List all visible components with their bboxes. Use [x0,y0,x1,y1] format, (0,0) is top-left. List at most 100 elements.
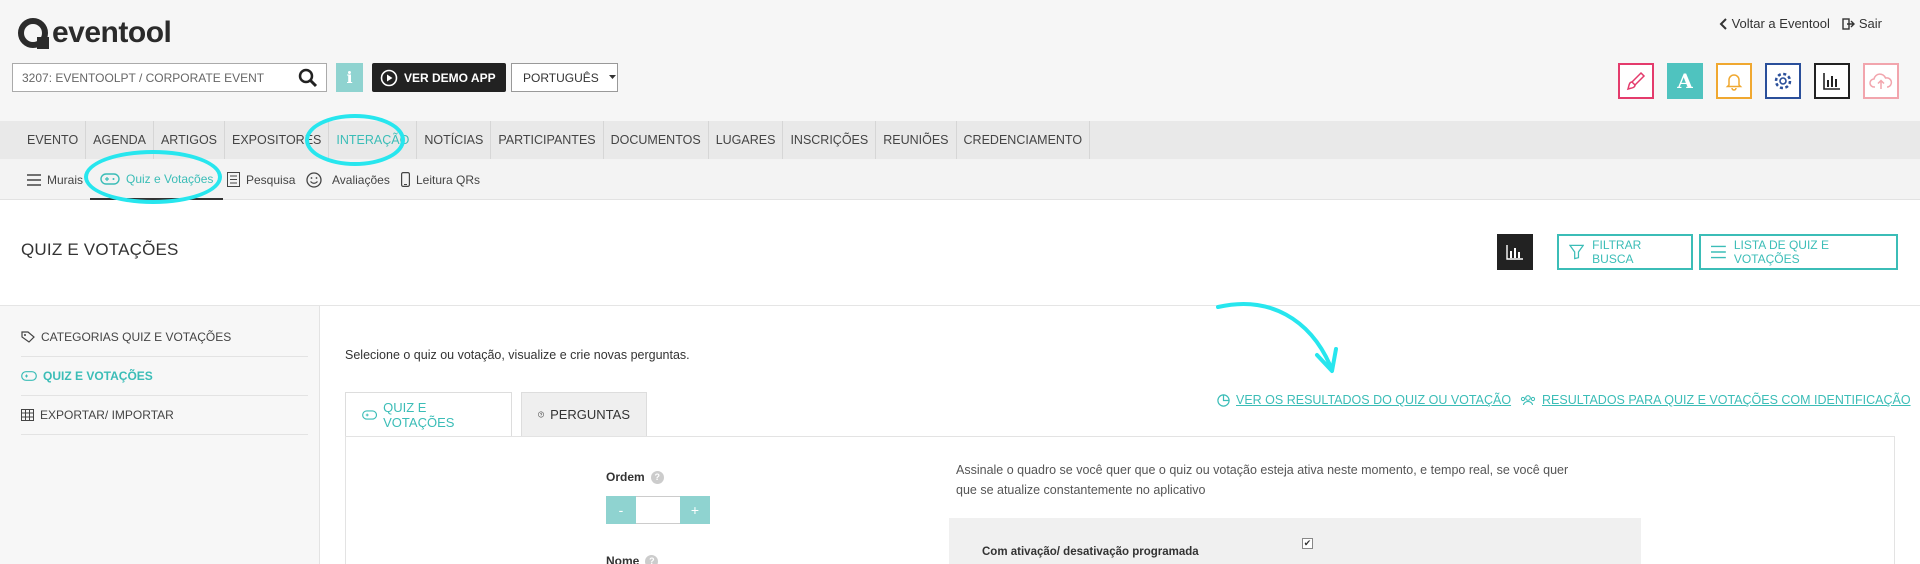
subnav-avaliacoes[interactable]: Avaliações [306,159,390,200]
brand-name: eventool [52,16,172,49]
nav-interacao[interactable]: INTERAÇÃO [329,121,418,159]
play-circle-icon [380,69,398,86]
language-value: PORTUGUÊS [523,70,599,85]
statistics-button[interactable] [1497,234,1533,270]
results-identified-link[interactable]: RESULTADOS PARA QUIZ E VOTAÇÕES COM IDEN… [1520,393,1911,407]
sidebar-item-label: EXPORTAR/ IMPORTAR [40,408,174,422]
demo-app-button[interactable]: VER DEMO APP [372,63,506,92]
help-icon[interactable]: ? [645,554,659,564]
nav-lugares[interactable]: LUGARES [709,121,784,159]
brush-icon [1626,71,1646,91]
chevron-left-icon [1719,17,1727,30]
theme-button[interactable]: A [1667,63,1703,99]
subnav-quiz[interactable]: Quiz e Votações [90,159,224,200]
notifications-button[interactable] [1716,63,1752,99]
decrement-button[interactable]: - [606,496,636,524]
nav-evento[interactable]: EVENTO [0,121,87,159]
brand-logo[interactable]: eventool [18,16,172,50]
event-search-value: 3207: EVENTOOLPT / CORPORATE EVENT [22,70,265,85]
logout-icon [1842,17,1855,30]
name-label: Nome ? [606,554,659,564]
users-icon [1520,395,1536,406]
language-dropdown[interactable]: PORTUGUÊS [511,63,618,92]
subnav-leitura-label: Leitura QRs [416,172,481,187]
design-button[interactable] [1618,63,1654,99]
order-label: Ordem ? [606,470,664,484]
nav-participantes[interactable]: PARTICIPANTES [491,121,604,159]
results-link[interactable]: VER OS RESULTADOS DO QUIZ OU VOTAÇÃO [1217,393,1511,407]
settings-button[interactable] [1765,63,1801,99]
scheduled-activation-label: Com ativação/ desativação programada [982,546,1199,558]
sidebar: CATEGORIAS QUIZ E VOTAÇÕES QUIZ E VOTAÇÕ… [0,306,320,564]
sidebar-item-quiz[interactable]: QUIZ E VOTAÇÕES [21,357,308,396]
nav-credenciamento[interactable]: CREDENCIAMENTO [957,121,1091,159]
caret-down-icon [608,75,616,79]
gear-icon [1774,72,1792,90]
info-button[interactable]: i [336,63,363,92]
gamepad-icon [21,371,37,381]
nav-agenda[interactable]: AGENDA [86,121,154,159]
intro-text: Selecione o quiz ou votação, visualize e… [345,348,690,362]
tab-perguntas[interactable]: PERGUNTAS [521,392,647,437]
increment-button[interactable]: + [680,496,710,524]
reports-button[interactable] [1814,63,1850,99]
help-icon[interactable]: ? [650,470,664,484]
subnav-avaliacoes-label: Avaliações [332,172,390,187]
logo-icon [18,18,49,49]
subnav-murais[interactable]: Murais [27,159,83,200]
publish-button[interactable] [1863,63,1899,99]
filter-button[interactable]: FILTRAR BUSCA [1557,234,1693,270]
nav-reunioes[interactable]: REUNIÕES [876,121,957,159]
event-search-input[interactable]: 3207: EVENTOOLPT / CORPORATE EVENT [12,63,327,92]
bar-chart-icon [1823,73,1840,90]
order-input[interactable] [636,496,680,524]
nav-noticias[interactable]: NOTÍCIAS [417,121,492,159]
nav-artigos[interactable]: ARTIGOS [154,121,225,159]
main-nav: EVENTO AGENDA ARTIGOS EXPOSITORES INTERA… [0,121,1920,159]
font-icon: A [1677,69,1693,93]
subnav-quiz-label: Quiz e Votações [126,171,214,186]
list-button-label: LISTA DE QUIZ E VOTAÇÕES [1733,238,1829,266]
sidebar-item-label: QUIZ E VOTAÇÕES [43,369,153,383]
activation-description: Assinale o quadro se você quer que o qui… [956,463,1569,497]
sub-nav: Murais Quiz e Votações Pesquisa Avaliaçõ… [0,159,1920,200]
back-link-label: Voltar a Eventool [1731,16,1830,31]
gamepad-icon [362,409,378,420]
nav-documentos[interactable]: DOCUMENTOS [604,121,709,159]
info-icon: i [346,68,353,87]
sidebar-item-label: CATEGORIAS QUIZ E VOTAÇÕES [41,330,232,344]
nav-expositores[interactable]: EXPOSITORES [225,121,330,159]
order-label-text: Ordem [606,470,645,484]
table-icon [21,409,34,421]
bell-icon [1725,74,1743,91]
pie-chart-icon [1217,393,1230,407]
gamepad-icon [100,172,120,185]
question-circle-icon [538,411,544,418]
smiley-icon [306,171,322,188]
scheduled-activation-checkbox[interactable]: ✔ [1302,538,1313,549]
subnav-murais-label: Murais [47,172,84,187]
checklist-icon [227,172,240,187]
page-title: QUIZ E VOTAÇÕES [21,240,179,259]
top-links: Voltar a Eventool Sair [1719,16,1882,31]
results-identified-label: RESULTADOS PARA QUIZ E VOTAÇÕES COM IDEN… [1542,393,1911,407]
tab-quiz-label: QUIZ E VOTAÇÕES [383,399,455,430]
logout-link[interactable]: Sair [1842,16,1882,31]
tab-quiz[interactable]: QUIZ E VOTAÇÕES [345,392,512,437]
demo-app-label: VER DEMO APP [404,70,496,85]
sidebar-item-exportar[interactable]: EXPORTAR/ IMPORTAR [21,396,308,435]
cloud-upload-icon [1869,73,1893,89]
subnav-pesquisa[interactable]: Pesquisa [227,159,295,200]
subnav-leitura[interactable]: Leitura QRs [401,159,480,200]
back-link[interactable]: Voltar a Eventool [1719,16,1830,31]
subnav-pesquisa-label: Pesquisa [246,172,296,187]
filter-button-label: FILTRAR BUSCA [1592,238,1642,266]
filter-icon [1569,244,1585,260]
list-button[interactable]: LISTA DE QUIZ E VOTAÇÕES [1699,234,1898,270]
results-link-label: VER OS RESULTADOS DO QUIZ OU VOTAÇÃO [1236,393,1512,407]
nav-inscricoes[interactable]: INSCRIÇÕES [783,121,877,159]
name-label-text: Nome [606,554,640,564]
tab-perguntas-label: PERGUNTAS [550,407,630,422]
sidebar-item-categorias[interactable]: CATEGORIAS QUIZ E VOTAÇÕES [21,318,308,357]
search-icon[interactable] [298,68,318,88]
